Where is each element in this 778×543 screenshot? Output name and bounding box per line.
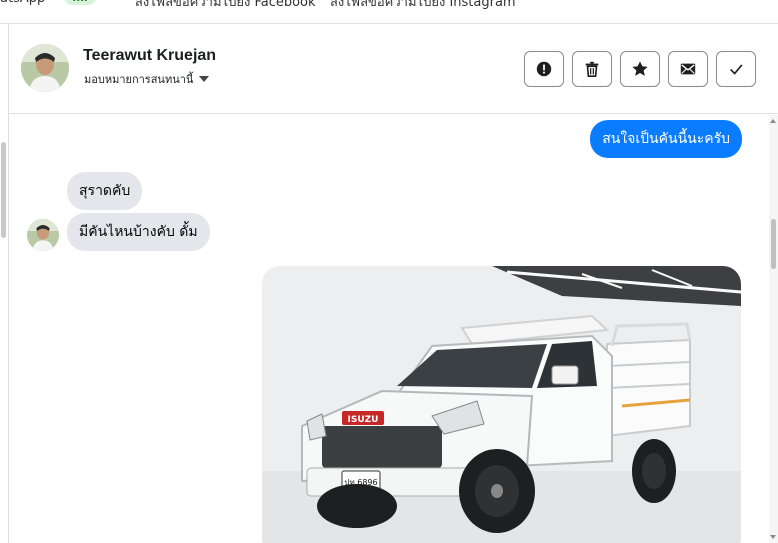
star-icon <box>632 61 648 76</box>
star-button[interactable] <box>620 51 660 87</box>
pickup-truck-image: ISUZU ปท 6896 <box>262 266 741 543</box>
conversation-header: Teerawut Kruejan มอบหมายการสนทนานี้ <box>9 24 778 114</box>
report-spam-button[interactable] <box>524 51 564 87</box>
assign-label: มอบหมายการสนทนานี้ <box>84 73 194 86</box>
left-scrollbar-thumb[interactable] <box>1 142 6 238</box>
contact-name[interactable]: Teerawut Kruejan <box>83 47 216 65</box>
scroll-down-icon[interactable] <box>770 535 776 539</box>
message-incoming[interactable]: มีคันไหนบ้างคับ ดั้ม <box>67 213 210 251</box>
tab-instagram[interactable]: ส่งไฟล์ข้อความไปยัง Instagram <box>330 0 516 12</box>
sender-avatar <box>27 219 59 251</box>
tab-badge: fill <box>64 0 96 5</box>
message-outgoing[interactable]: สนใจเป็นคันนี้นะครับ <box>590 120 742 158</box>
conversation-thread: สนใจเป็นคันนี้นะครับ สุราดคับ มีคันไหนบ้… <box>9 115 778 543</box>
message-incoming[interactable]: สุราดคับ <box>67 172 143 210</box>
tab-facebook[interactable]: ส่งไฟล์ข้อความไปยัง Facebook <box>135 0 316 12</box>
alert-icon <box>536 61 552 77</box>
delete-button[interactable] <box>572 51 612 87</box>
trash-icon <box>585 61 599 78</box>
mark-unread-button[interactable] <box>668 51 708 87</box>
brand-logo: ISUZU <box>348 415 379 425</box>
message-image[interactable]: ISUZU ปท 6896 <box>262 266 741 543</box>
left-panel-edge <box>0 24 9 543</box>
tab-whatsapp[interactable]: atsApp <box>0 0 45 6</box>
header-actions <box>524 51 756 87</box>
scrollbar-thumb[interactable] <box>771 219 776 269</box>
scroll-up-icon[interactable] <box>770 119 776 123</box>
messenger-window: atsApp fill ส่งไฟล์ข้อความไปยัง Facebook… <box>0 0 778 543</box>
caret-down-icon[interactable] <box>199 76 210 82</box>
mark-done-button[interactable] <box>716 51 756 87</box>
avatar[interactable] <box>21 44 69 92</box>
mail-icon <box>680 63 696 75</box>
check-icon <box>730 64 743 75</box>
top-tab-strip: atsApp fill ส่งไฟล์ข้อความไปยัง Facebook… <box>0 0 778 24</box>
assign-conversation-dropdown[interactable]: มอบหมายการสนทนานี้ <box>84 70 210 88</box>
conversation-scrollbar[interactable] <box>769 115 778 543</box>
